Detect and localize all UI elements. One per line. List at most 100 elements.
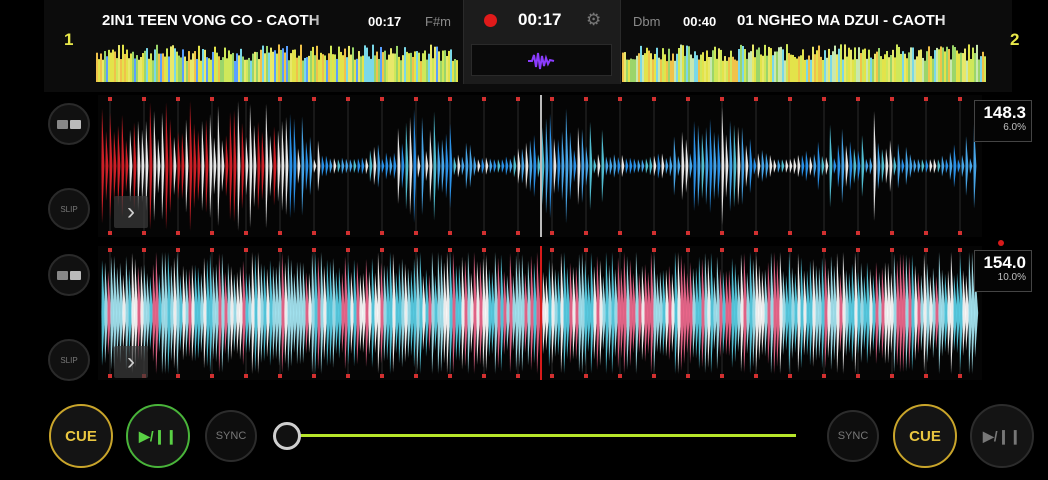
- overview-bar: [114, 51, 116, 82]
- waveform-peak: [217, 105, 221, 227]
- overview-bar: [226, 58, 228, 82]
- overview-bar: [638, 53, 640, 82]
- overview-bar: [162, 53, 164, 82]
- overview-bar: [976, 44, 978, 82]
- overview-bar: [446, 55, 448, 82]
- overview-bar: [396, 45, 398, 82]
- overview-bar: [188, 51, 190, 82]
- waveform-peak: [513, 154, 517, 178]
- overview-bar: [144, 50, 146, 82]
- waveform-peak: [849, 141, 853, 191]
- overview-bar: [452, 60, 454, 82]
- gear-icon[interactable]: ⚙: [586, 10, 601, 30]
- overview-bar: [212, 51, 214, 82]
- beat-marker: [890, 374, 894, 378]
- deck1-bpm: 148.3: [983, 103, 1026, 122]
- waveform-peak: [333, 158, 337, 174]
- deck2-waveform[interactable]: [98, 246, 982, 380]
- overview-bar: [744, 49, 746, 82]
- waveform-peak: [937, 159, 941, 173]
- overview-bar: [346, 57, 348, 82]
- waveform-peak: [813, 153, 817, 179]
- overview-bar: [126, 49, 128, 82]
- deck1-bpm-display[interactable]: 148.3 6.0%: [974, 100, 1032, 142]
- beat-marker: [754, 231, 758, 235]
- deck1-sync-button[interactable]: SYNC: [205, 410, 257, 462]
- deck2-overview-waveform[interactable]: [622, 44, 986, 82]
- waveform-peak: [653, 155, 657, 177]
- beat-marker: [584, 231, 588, 235]
- deck1-slip-button[interactable]: SLIP: [48, 188, 90, 230]
- deck2-sync-button[interactable]: SYNC: [827, 410, 879, 462]
- waveform-peak: [501, 159, 505, 173]
- overview-bar: [886, 50, 888, 82]
- overview-bar: [364, 45, 366, 82]
- overview-bar: [624, 52, 626, 82]
- deck1-loop-button[interactable]: [48, 103, 90, 145]
- beat-marker: [176, 231, 180, 235]
- waveform-peak: [285, 116, 289, 216]
- beat-marker: [652, 374, 656, 378]
- overview-bar: [414, 51, 416, 82]
- overview-bar: [830, 55, 832, 82]
- audio-visualizer[interactable]: [471, 44, 612, 76]
- waveform-peak: [697, 124, 701, 208]
- overview-bar: [646, 47, 648, 82]
- overview-bar: [942, 47, 944, 82]
- deck2-track-title-box[interactable]: 01 NGHEO MA DZUI - CAOTH: [737, 12, 983, 32]
- overview-bar: [326, 60, 328, 82]
- overview-bar: [118, 45, 120, 82]
- overview-bar: [636, 55, 638, 82]
- overview-bar: [964, 48, 966, 82]
- beat-marker: [244, 374, 248, 378]
- overview-bar: [690, 54, 692, 82]
- overview-bar: [958, 53, 960, 82]
- crossfader-track[interactable]: [300, 434, 796, 437]
- beat-marker: [516, 248, 520, 252]
- deck1-playhead: [540, 95, 542, 237]
- overview-bar: [168, 56, 170, 82]
- waveform-peak: [193, 123, 197, 209]
- beat-marker: [822, 97, 826, 101]
- deck2-cue-button[interactable]: CUE: [893, 404, 957, 468]
- beat-marker: [550, 97, 554, 101]
- overview-bar: [900, 53, 902, 82]
- beat-marker: [516, 97, 520, 101]
- deck1-elapsed-time: 00:17: [368, 14, 402, 29]
- waveform-peak: [941, 155, 945, 177]
- beat-marker: [516, 374, 520, 378]
- overview-bar: [136, 55, 138, 82]
- deck2-play-pause-button[interactable]: ▶/❙❙: [970, 404, 1034, 468]
- deck2-loop-button[interactable]: [48, 254, 90, 296]
- waveform-peak: [633, 158, 637, 174]
- deck2-slip-button[interactable]: SLIP: [48, 339, 90, 381]
- overview-bar: [110, 52, 112, 82]
- crossfader-knob[interactable]: [273, 422, 301, 450]
- deck1-overview-waveform[interactable]: [96, 44, 458, 82]
- overview-bar: [400, 60, 402, 82]
- play-pause-icon: ▶/❙❙: [138, 427, 178, 444]
- overview-bar: [920, 49, 922, 82]
- waveform-peak: [305, 141, 309, 191]
- deck1-expand-chevron-icon[interactable]: ›: [114, 196, 148, 228]
- overview-bar: [720, 49, 722, 82]
- overview-bar: [214, 46, 216, 82]
- deck1-cue-button[interactable]: CUE: [49, 404, 113, 468]
- overview-bar: [714, 46, 716, 82]
- deck1-track-title-box[interactable]: 2IN1 TEEN VONG CO - CAOTH: [102, 12, 350, 32]
- overview-bar: [354, 59, 356, 82]
- deck1-waveform[interactable]: [98, 95, 982, 237]
- deck2-expand-chevron-icon[interactable]: ›: [114, 346, 148, 378]
- beat-marker: [108, 231, 112, 235]
- beat-marker: [754, 374, 758, 378]
- beat-marker: [210, 248, 214, 252]
- record-icon[interactable]: [484, 14, 497, 27]
- beat-marker: [890, 231, 894, 235]
- deck2-bpm-display[interactable]: 154.0 10.0%: [974, 250, 1032, 292]
- waveform-peak: [153, 110, 157, 222]
- waveform-peak: [765, 153, 769, 179]
- beat-marker: [788, 248, 792, 252]
- waveform-peak: [449, 123, 453, 209]
- waveform-peak: [833, 158, 837, 174]
- deck1-play-pause-button[interactable]: ▶/❙❙: [126, 404, 190, 468]
